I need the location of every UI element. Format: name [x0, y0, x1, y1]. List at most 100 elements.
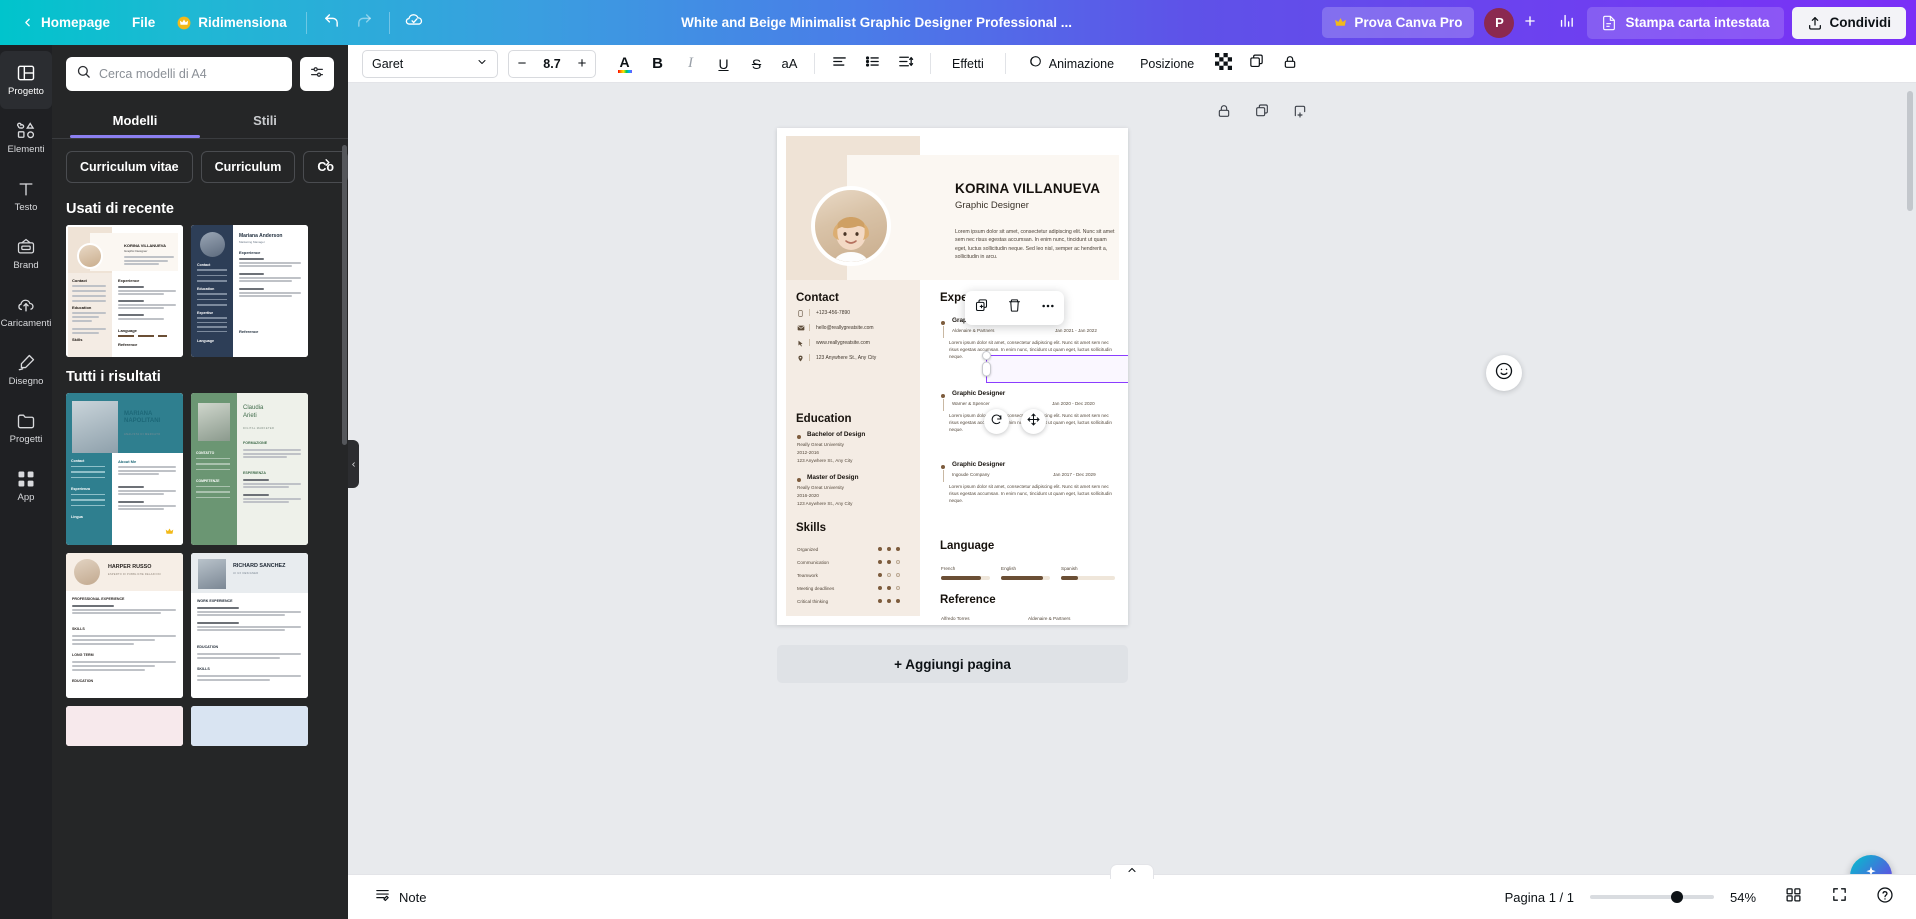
canvas-area[interactable]: KORINA VILLANUEVA Graphic Designer Lorem… [348, 83, 1916, 919]
experience-company[interactable]: Aldenaire & Partners [952, 328, 994, 333]
rotate-handle[interactable] [984, 409, 1009, 434]
insights-button[interactable] [1550, 7, 1583, 38]
reference-heading[interactable]: Reference [940, 594, 996, 606]
contact-phone[interactable]: +123-456-7890 [816, 310, 850, 316]
design-title[interactable]: White and Beige Minimalist Graphic Desig… [431, 15, 1323, 30]
template-thumbnail[interactable] [66, 706, 183, 746]
italic-button[interactable]: I [676, 49, 705, 78]
tab-modelli[interactable]: Modelli [70, 105, 200, 138]
undo-button[interactable] [315, 7, 348, 38]
cloud-save-button[interactable] [398, 7, 431, 38]
font-size-value[interactable]: 8.7 [535, 57, 569, 71]
resume-name[interactable]: KORINA VILLANUEVA [955, 181, 1100, 196]
sidebar-item-caricamenti[interactable]: Caricamenti [0, 283, 52, 341]
template-thumbnail[interactable]: HARPER RUSSO ESPERTO DI PUBBLICHE RELAZI… [66, 553, 183, 698]
collapse-panel-button[interactable] [348, 440, 359, 488]
template-thumbnail[interactable]: Contact Education Expertise Language Mar… [191, 225, 308, 357]
education-degree[interactable]: Master of Design [807, 474, 859, 481]
bold-button[interactable]: B [643, 49, 672, 78]
expand-timeline-button[interactable] [1110, 864, 1154, 879]
experience-title[interactable]: Graphic Designer [952, 390, 1005, 397]
search-input[interactable] [99, 67, 282, 81]
lock-page-button[interactable] [1212, 101, 1236, 125]
text-color-button[interactable]: A [610, 49, 639, 78]
resize-handle-tl[interactable] [982, 351, 991, 360]
search-box[interactable] [66, 57, 292, 91]
animation-button[interactable]: Animazione [1016, 49, 1125, 78]
homepage-button[interactable]: Homepage [10, 7, 121, 38]
skills-heading[interactable]: Skills [796, 522, 826, 534]
template-thumbnail[interactable]: MARIANA NAPOLITANI ANALISTA DI MERCATO Co… [66, 393, 183, 545]
sidebar-item-brand[interactable]: Brand [0, 225, 52, 283]
contact-email[interactable]: hello@reallygreatsite.com [816, 325, 874, 331]
fullscreen-button[interactable] [1824, 882, 1854, 912]
sidebar-item-testo[interactable]: Testo [0, 167, 52, 225]
education-years[interactable]: 2012-2016 [797, 450, 819, 455]
align-button[interactable] [825, 49, 854, 78]
avatar[interactable]: P [1484, 7, 1515, 38]
notes-button[interactable]: Note [364, 881, 436, 913]
chips-next-button[interactable] [316, 153, 338, 175]
sidebar-item-progetto[interactable]: Progetto [0, 51, 52, 109]
education-school[interactable]: Really Great University [797, 442, 844, 447]
template-thumbnail[interactable]: Claudia Arieti DIGITAL MARKETER CONTATTO … [191, 393, 308, 545]
try-canva-pro-button[interactable]: Prova Canva Pro [1322, 7, 1475, 38]
skill-label[interactable]: Critical thinking [797, 599, 828, 604]
redo-button[interactable] [348, 7, 381, 38]
language-label[interactable]: Spanish [1061, 566, 1078, 571]
share-button[interactable]: Condividi [1791, 6, 1906, 39]
zoom-slider[interactable] [1590, 891, 1714, 903]
resize-handle-left[interactable] [982, 361, 991, 377]
skill-label[interactable]: Organized [797, 547, 818, 552]
font-size-stepper[interactable]: − 8.7 + [508, 49, 596, 78]
education-degree[interactable]: Bachelor of Design [807, 431, 865, 438]
language-heading[interactable]: Language [940, 540, 994, 552]
education-years[interactable]: 2016-2020 [797, 493, 819, 498]
resume-intro[interactable]: Lorem ipsum dolor sit amet, consectetur … [955, 228, 1115, 262]
education-address[interactable]: 123 Anywhere St., Any City [797, 458, 852, 463]
education-school[interactable]: Really Great University [797, 485, 844, 490]
duplicate-button[interactable] [1242, 49, 1271, 78]
lock-button[interactable] [1275, 49, 1304, 78]
transparency-button[interactable] [1209, 49, 1238, 78]
language-label[interactable]: English [1001, 566, 1016, 571]
panel-scrollbar[interactable] [342, 145, 347, 445]
print-letterhead-button[interactable]: Stampa carta intestata [1587, 6, 1784, 39]
file-menu-button[interactable]: File [121, 7, 166, 38]
sidebar-item-app[interactable]: App [0, 457, 52, 515]
skill-label[interactable]: Meeting deadlines [797, 586, 834, 591]
move-handle[interactable] [1021, 409, 1046, 434]
font-size-decrease[interactable]: − [509, 51, 535, 77]
design-page[interactable]: KORINA VILLANUEVA Graphic Designer Lorem… [777, 128, 1128, 625]
zoom-slider-knob[interactable] [1670, 891, 1683, 903]
more-options-button[interactable] [1035, 295, 1061, 321]
sidebar-item-progetti[interactable]: Progetti [0, 399, 52, 457]
resize-button[interactable]: Ridimensiona [166, 7, 298, 38]
underline-button[interactable]: U [709, 49, 738, 78]
bullet-list-button[interactable] [858, 49, 887, 78]
resume-role[interactable]: Graphic Designer [955, 200, 1029, 211]
line-spacing-button[interactable] [891, 49, 920, 78]
experience-company[interactable]: Warner & Spencer [952, 401, 990, 406]
contact-website[interactable]: www.reallygreatsite.com [816, 340, 870, 346]
reference-person[interactable]: Alfredo Torres [941, 616, 970, 621]
help-button[interactable] [1870, 882, 1900, 912]
tab-stili[interactable]: Stili [200, 105, 330, 138]
experience-dates[interactable]: Jan 2017 - Dec 2029 [1053, 472, 1096, 477]
experience-title[interactable]: Graphic Designer [952, 461, 1005, 468]
invite-members-button[interactable] [1516, 9, 1544, 37]
education-heading[interactable]: Education [796, 413, 852, 425]
template-thumbnail[interactable] [191, 706, 308, 746]
font-family-select[interactable]: Garet [362, 49, 498, 78]
effects-button[interactable]: Effetti [941, 49, 995, 78]
position-button[interactable]: Posizione [1129, 49, 1205, 78]
contact-address[interactable]: 123 Anywhere St., Any City [816, 355, 876, 361]
reference-company[interactable]: Aldenaire & Partners [1028, 616, 1070, 621]
language-label[interactable]: French [941, 566, 955, 571]
profile-photo[interactable] [811, 186, 891, 266]
sidebar-item-elementi[interactable]: Elementi [0, 109, 52, 167]
chip-curriculum[interactable]: Curriculum [200, 151, 296, 183]
letter-case-button[interactable]: aA [775, 49, 804, 78]
duplicate-page-button[interactable] [1250, 101, 1274, 125]
smiley-button[interactable] [1486, 355, 1522, 391]
